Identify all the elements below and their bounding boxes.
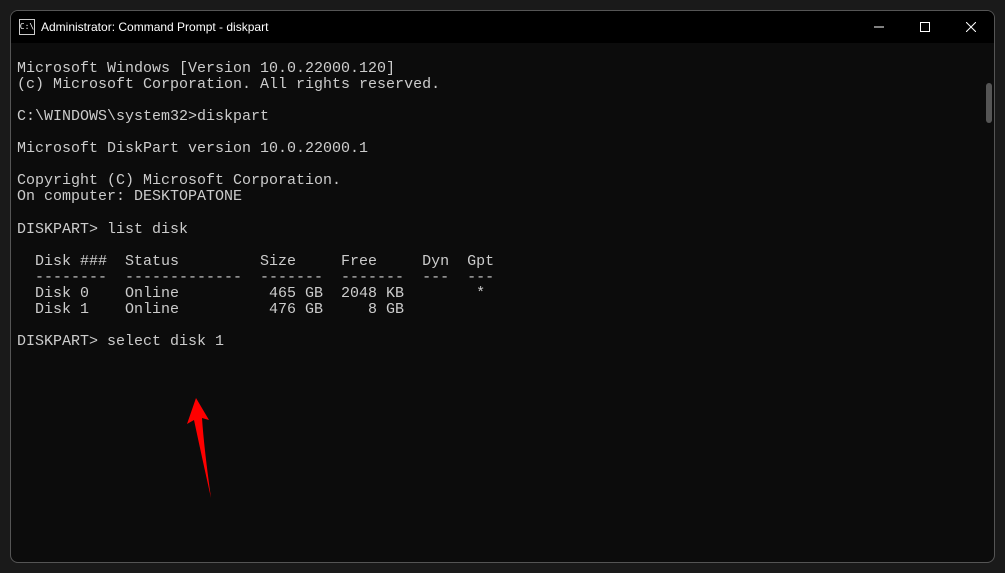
window-controls — [856, 11, 994, 43]
window-title: Administrator: Command Prompt - diskpart — [41, 20, 268, 34]
close-button[interactable] — [948, 11, 994, 43]
cmd-icon: C:\ — [19, 19, 35, 35]
minimize-icon — [874, 22, 884, 32]
command-prompt-window: C:\ Administrator: Command Prompt - disk… — [10, 10, 995, 563]
output-line: Disk 1 Online 476 GB 8 GB — [17, 301, 404, 318]
terminal-output[interactable]: Microsoft Windows [Version 10.0.22000.12… — [11, 43, 994, 562]
output-line: On computer: DESKTOPATONE — [17, 188, 242, 205]
maximize-button[interactable] — [902, 11, 948, 43]
output-line: DISKPART> list disk — [17, 221, 188, 238]
output-line: Disk 0 Online 465 GB 2048 KB * — [17, 285, 485, 302]
maximize-icon — [920, 22, 930, 32]
red-arrow-annotation — [181, 398, 221, 508]
minimize-button[interactable] — [856, 11, 902, 43]
cmd-icon-label: C:\ — [20, 23, 34, 31]
scrollbar-thumb[interactable] — [986, 83, 992, 123]
output-line: -------- ------------- ------- ------- -… — [17, 269, 494, 286]
output-line: Disk ### Status Size Free Dyn Gpt — [17, 253, 494, 270]
output-line: Copyright (C) Microsoft Corporation. — [17, 172, 341, 189]
close-icon — [966, 22, 976, 32]
output-line: (c) Microsoft Corporation. All rights re… — [17, 76, 440, 93]
output-line: C:\WINDOWS\system32>diskpart — [17, 108, 269, 125]
output-line: Microsoft DiskPart version 10.0.22000.1 — [17, 140, 368, 157]
output-line: Microsoft Windows [Version 10.0.22000.12… — [17, 60, 395, 77]
titlebar[interactable]: C:\ Administrator: Command Prompt - disk… — [11, 11, 994, 43]
output-line: DISKPART> select disk 1 — [17, 333, 224, 350]
